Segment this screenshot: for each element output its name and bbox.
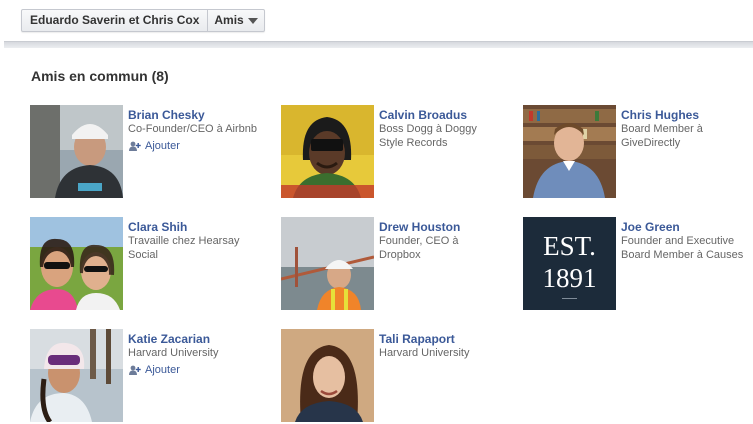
friend-name[interactable]: Drew Houston xyxy=(379,220,514,234)
friend-detail: GiveDirectly xyxy=(621,137,681,149)
friend-card: EST. 1891 Joe Green Founder and Executiv… xyxy=(523,217,753,312)
add-friend-button[interactable]: Ajouter xyxy=(128,364,263,376)
section-divider xyxy=(4,41,753,48)
friend-card: Katie Zacarian Harvard University Ajoute… xyxy=(30,329,260,424)
add-friend-label: Ajouter xyxy=(145,140,180,152)
friend-photo[interactable] xyxy=(30,105,123,198)
friend-card: Clara Shih Travaille chez Hearsay Social xyxy=(30,217,260,312)
friend-name[interactable]: Joe Green xyxy=(621,220,753,234)
friend-name[interactable]: Katie Zacarian xyxy=(128,332,263,346)
friend-detail: Board Member à xyxy=(621,123,703,135)
friend-name[interactable]: Chris Hughes xyxy=(621,108,753,122)
top-bar: Eduardo Saverin et Chris Cox Amis xyxy=(0,0,753,42)
friend-name[interactable]: Clara Shih xyxy=(128,220,263,234)
friend-photo[interactable] xyxy=(281,329,374,422)
friend-detail: Harvard University xyxy=(379,347,470,359)
friend-detail: Style Records xyxy=(379,137,448,149)
chevron-down-icon xyxy=(247,18,258,24)
add-friend-button[interactable]: Ajouter xyxy=(128,140,263,152)
section-title: Amis en commun (8) xyxy=(31,68,169,84)
friend-detail: Founder and Executive xyxy=(621,235,735,247)
friend-photo[interactable] xyxy=(30,329,123,422)
profiles-button[interactable]: Eduardo Saverin et Chris Cox xyxy=(22,10,209,31)
friend-photo[interactable] xyxy=(281,217,374,310)
add-friend-label: Ajouter xyxy=(145,364,180,376)
friend-detail: Founder, CEO à xyxy=(379,235,459,247)
friend-photo[interactable] xyxy=(30,217,123,310)
friend-photo[interactable]: EST. 1891 xyxy=(523,217,616,310)
friend-detail: Dropbox xyxy=(379,249,421,261)
friend-detail: Harvard University xyxy=(128,347,219,359)
friend-card: Brian Chesky Co-Founder/CEO à Airbnb Ajo… xyxy=(30,105,260,200)
est-1891-logo: EST. 1891 xyxy=(523,217,616,310)
friend-name[interactable]: Calvin Broadus xyxy=(379,108,514,122)
friend-card: Tali Rapaport Harvard University xyxy=(281,329,511,424)
relationship-button-group: Eduardo Saverin et Chris Cox Amis xyxy=(21,9,265,32)
friend-detail: Social xyxy=(128,249,158,261)
friend-name[interactable]: Tali Rapaport xyxy=(379,332,514,346)
friend-detail: Co-Founder/CEO à Airbnb xyxy=(128,123,258,135)
friend-photo[interactable] xyxy=(523,105,616,198)
relationship-dropdown[interactable]: Amis xyxy=(208,10,263,31)
friend-detail: Travaille chez Hearsay xyxy=(128,235,240,247)
friend-card: Drew Houston Founder, CEO à Dropbox xyxy=(281,217,511,312)
friend-name[interactable]: Brian Chesky xyxy=(128,108,263,122)
mutual-friends-panel: Amis en commun (8) Brian Chesky Co-Found… xyxy=(4,48,753,422)
add-friend-icon xyxy=(128,365,141,375)
friend-detail: Board Member à Causes xyxy=(621,249,744,261)
friend-card: Chris Hughes Board Member à GiveDirectly xyxy=(523,105,753,200)
svg-text:EST.: EST. xyxy=(543,231,596,261)
friend-detail: Boss Dogg à Doggy xyxy=(379,123,477,135)
add-friend-icon xyxy=(128,141,141,151)
friend-photo[interactable] xyxy=(281,105,374,198)
friend-card: Calvin Broadus Boss Dogg à Doggy Style R… xyxy=(281,105,511,200)
svg-text:1891: 1891 xyxy=(543,263,597,293)
relationship-label: Amis xyxy=(214,13,244,27)
